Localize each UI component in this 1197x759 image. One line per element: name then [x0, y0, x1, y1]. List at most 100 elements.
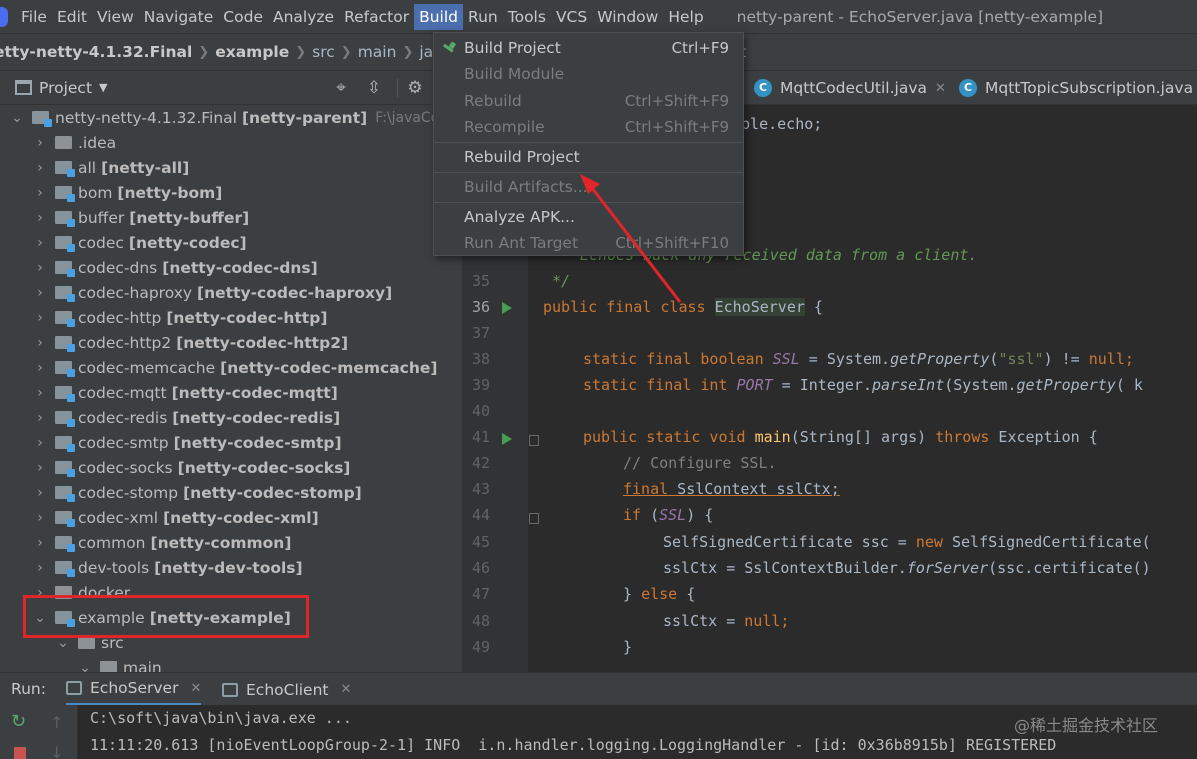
- breadcrumb-src[interactable]: src: [312, 43, 335, 61]
- tree-item-label: codec-memcache: [78, 358, 216, 377]
- tree-item-module: [netty-common]: [150, 533, 292, 552]
- menu-item-build-artifacts: Build Artifacts...: [464, 178, 588, 196]
- breadcrumb-main[interactable]: main: [358, 43, 397, 61]
- chevron-right-icon[interactable]: ›: [33, 510, 47, 526]
- run-tab-echoserver[interactable]: EchoServer ✕: [66, 673, 202, 706]
- chevron-right-icon[interactable]: ›: [33, 210, 47, 226]
- project-panel-header: Project ▼ ⌖ ⇳ ⚙: [0, 71, 462, 105]
- menu-file[interactable]: File: [16, 4, 52, 30]
- arrow-down-icon[interactable]: ↓: [50, 743, 63, 759]
- chevron-right-icon[interactable]: ›: [33, 185, 47, 201]
- tree-item-label: codec-xml: [78, 508, 159, 527]
- tree-item-codec-redis[interactable]: › codec-redis [netty-codec-redis]: [0, 405, 462, 430]
- menu-refactor[interactable]: Refactor: [339, 4, 414, 30]
- menu-tools[interactable]: Tools: [503, 4, 551, 30]
- tree-item-all[interactable]: › all [netty-all]: [0, 155, 462, 180]
- tree-item-dev-tools[interactable]: › dev-tools [netty-dev-tools]: [0, 555, 462, 580]
- gear-icon[interactable]: ⚙: [405, 78, 425, 98]
- close-icon[interactable]: ✕: [190, 681, 201, 696]
- java-class-icon: C: [754, 79, 772, 97]
- chevron-right-icon[interactable]: ›: [33, 360, 47, 376]
- tree-item-codec-haproxy[interactable]: › codec-haproxy [netty-codec-haproxy]: [0, 280, 462, 305]
- menu-view[interactable]: View: [92, 4, 139, 30]
- build-dropdown-menu: Build Project Ctrl+F9 Build Module Rebui…: [433, 32, 744, 256]
- chevron-right-icon[interactable]: ›: [33, 160, 47, 176]
- tree-item-buffer[interactable]: › buffer [netty-buffer]: [0, 205, 462, 230]
- menu-help[interactable]: Help: [663, 4, 708, 30]
- project-panel-title[interactable]: Project: [39, 79, 92, 97]
- chevron-right-icon[interactable]: ›: [33, 535, 47, 551]
- watermark: @稀土掘金技术社区: [1014, 716, 1159, 735]
- chevron-right-icon[interactable]: ›: [33, 310, 47, 326]
- tree-item-codec-stomp[interactable]: › codec-stomp [netty-codec-stomp]: [0, 480, 462, 505]
- menu-vcs[interactable]: VCS: [551, 4, 592, 30]
- project-window-icon: [15, 80, 32, 95]
- rerun-icon[interactable]: ↻: [11, 713, 29, 731]
- chevron-right-icon[interactable]: ›: [33, 460, 47, 476]
- tree-item-codec-memcache[interactable]: › codec-memcache [netty-codec-memcache]: [0, 355, 462, 380]
- folder-icon: [55, 261, 75, 277]
- tree-item-codec[interactable]: › codec [netty-codec]: [0, 230, 462, 255]
- tab-mqtt-topic-subscription[interactable]: C MqttTopicSubscription.java: [959, 71, 1193, 105]
- chevron-down-icon[interactable]: ⌄: [10, 110, 24, 126]
- arrow-up-icon[interactable]: ↑: [50, 713, 63, 732]
- chevron-right-icon[interactable]: ›: [33, 385, 47, 401]
- tree-item-bom[interactable]: › bom [netty-bom]: [0, 180, 462, 205]
- code-line-45: SelfSignedCertificate ssc = new SelfSign…: [663, 533, 1151, 551]
- menu-item-rebuild-project[interactable]: Rebuild Project: [434, 144, 743, 170]
- crosshair-icon[interactable]: ⌖: [331, 78, 351, 98]
- breadcrumb-project[interactable]: etty-netty-4.1.32.Final: [0, 43, 192, 61]
- tree-item-module: [netty-codec-redis]: [172, 408, 341, 427]
- close-icon[interactable]: ✕: [341, 682, 352, 697]
- tree-item-codec-socks[interactable]: › codec-socks [netty-codec-socks]: [0, 455, 462, 480]
- chevron-right-icon[interactable]: ›: [33, 285, 47, 301]
- tree-item-codec-smtp[interactable]: › codec-smtp [netty-codec-smtp]: [0, 430, 462, 455]
- chevron-right-icon[interactable]: ›: [33, 560, 47, 576]
- run-gutter-icon[interactable]: [502, 433, 512, 445]
- chevron-down-icon[interactable]: ▼: [99, 81, 107, 94]
- collapse-all-icon[interactable]: ⇳: [364, 78, 384, 98]
- menu-window[interactable]: Window: [592, 4, 663, 30]
- tree-item-codec-dns[interactable]: › codec-dns [netty-codec-dns]: [0, 255, 462, 280]
- chevron-down-icon[interactable]: ⌄: [78, 660, 92, 673]
- tab-mqtt-codec-util[interactable]: C MqttCodecUtil.java ✕: [754, 71, 946, 105]
- run-tab-echoclient[interactable]: EchoClient ✕: [222, 673, 351, 706]
- tree-root[interactable]: ⌄ netty-netty-4.1.32.Final [netty-parent] F…: [0, 105, 462, 130]
- tree-item-module: [netty-codec-socks]: [177, 458, 351, 477]
- intellij-logo-icon: [0, 6, 8, 27]
- menu-item-analyze-apk[interactable]: Analyze APK...: [434, 204, 743, 230]
- line-number: 44: [471, 506, 490, 524]
- window-title: netty-parent - EchoServer.java [netty-ex…: [736, 7, 1104, 26]
- chevron-right-icon[interactable]: ›: [33, 485, 47, 501]
- line-number: 49: [471, 638, 490, 656]
- tree-item-common[interactable]: › common [netty-common]: [0, 530, 462, 555]
- menu-build[interactable]: Build: [414, 3, 464, 30]
- menu-code[interactable]: Code: [218, 4, 268, 30]
- chevron-right-icon[interactable]: ›: [33, 335, 47, 351]
- tree-item-codec-http2[interactable]: › codec-http2 [netty-codec-http2]: [0, 330, 462, 355]
- tree-item-label: dev-tools: [78, 558, 150, 577]
- fold-icon[interactable]: [529, 513, 539, 524]
- tree-item-idea[interactable]: › .idea: [0, 130, 462, 155]
- chevron-right-icon[interactable]: ›: [33, 235, 47, 251]
- menu-analyze[interactable]: Analyze: [268, 4, 339, 30]
- tree-item-main[interactable]: ⌄ main: [0, 655, 462, 672]
- chevron-right-icon[interactable]: ›: [33, 435, 47, 451]
- tree-item-codec-xml[interactable]: › codec-xml [netty-codec-xml]: [0, 505, 462, 530]
- menu-navigate[interactable]: Navigate: [139, 4, 219, 30]
- breadcrumb-module[interactable]: example: [215, 43, 289, 61]
- chevron-right-icon[interactable]: ›: [33, 260, 47, 276]
- menu-edit[interactable]: Edit: [52, 4, 92, 30]
- fold-icon[interactable]: [529, 435, 539, 446]
- menu-run[interactable]: Run: [463, 4, 503, 30]
- run-gutter-icon[interactable]: [502, 302, 512, 314]
- chevron-right-icon[interactable]: ›: [33, 410, 47, 426]
- tree-item-codec-http[interactable]: › codec-http [netty-codec-http]: [0, 305, 462, 330]
- tree-item-codec-mqtt[interactable]: › codec-mqtt [netty-codec-mqtt]: [0, 380, 462, 405]
- close-icon[interactable]: ✕: [935, 81, 946, 96]
- menu-item-build-project[interactable]: Build Project Ctrl+F9: [434, 35, 743, 61]
- stop-icon[interactable]: [14, 747, 26, 759]
- chevron-right-icon[interactable]: ›: [33, 135, 47, 151]
- tab-label: MqttCodecUtil.java: [780, 79, 928, 97]
- folder-icon: [32, 111, 52, 127]
